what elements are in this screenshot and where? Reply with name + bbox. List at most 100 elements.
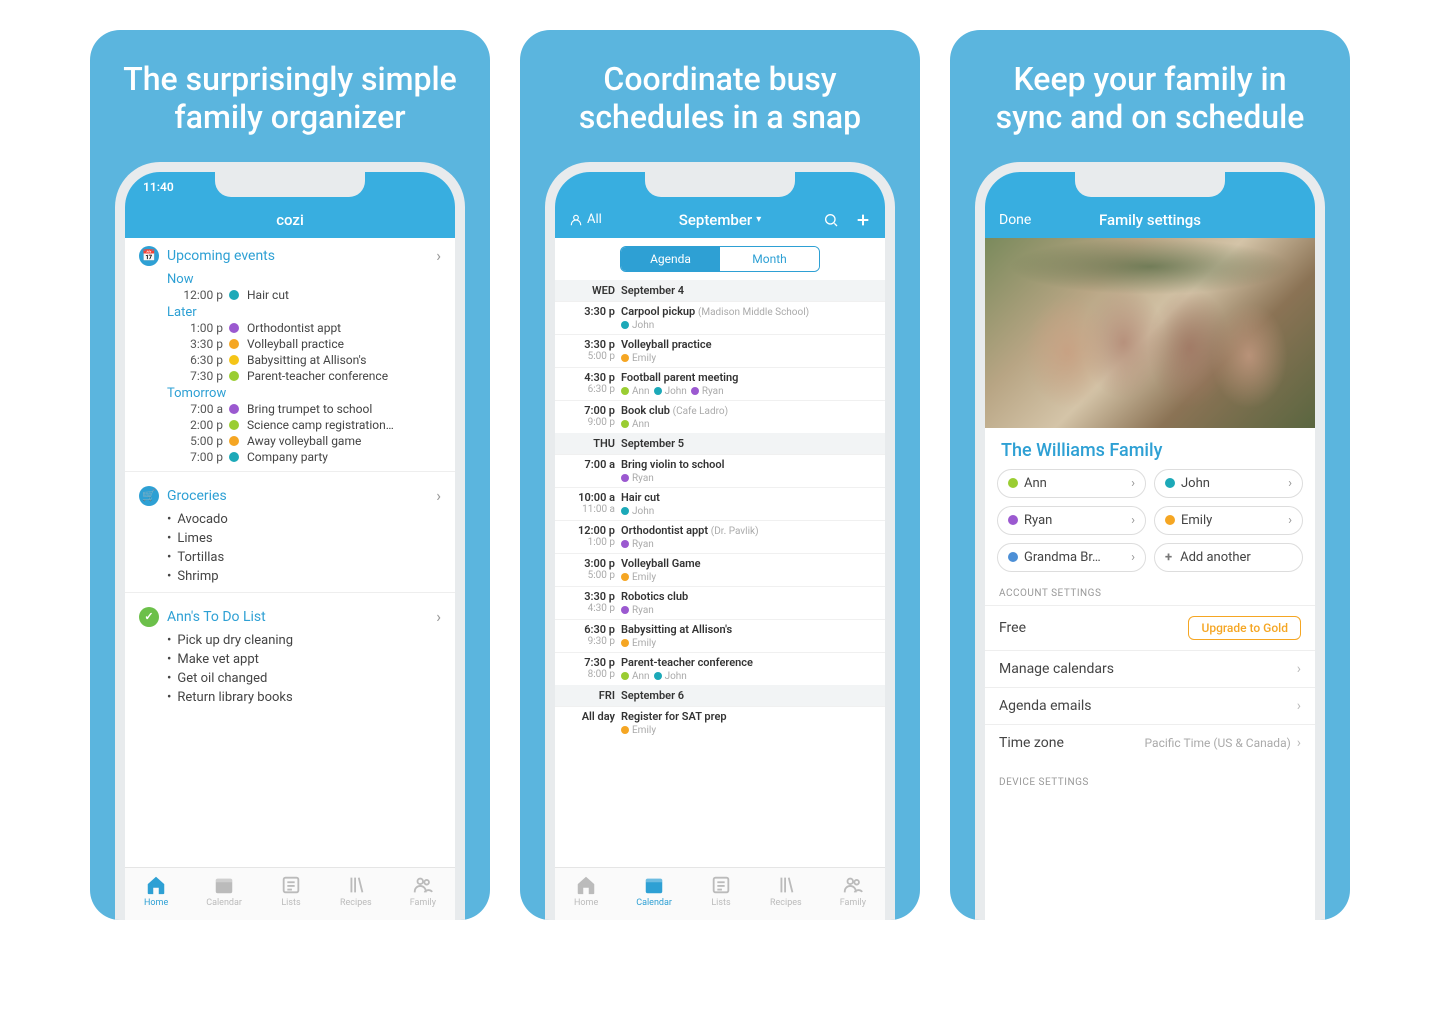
event-end: 9:00 p <box>565 417 615 428</box>
upcoming-header[interactable]: 📅 Upcoming events › <box>125 238 455 270</box>
tab-home[interactable]: Home <box>144 874 168 908</box>
event-row[interactable]: 7:00 p Company party <box>125 449 455 465</box>
tab-calendar[interactable]: Calendar <box>206 874 242 908</box>
plan-label: Free <box>999 620 1026 636</box>
calendar-event-row[interactable]: 3:30 p Carpool pickup (Madison Middle Sc… <box>555 301 885 334</box>
panel-title: Coordinate busy schedules in a snap <box>520 60 920 137</box>
member-color-dot <box>1008 552 1018 562</box>
person-name: John <box>665 671 687 682</box>
chevron-right-icon: › <box>1297 661 1301 677</box>
settings-row[interactable]: Manage calendars› <box>985 650 1315 687</box>
event-row[interactable]: 7:00 a Bring trumpet to school <box>125 401 455 417</box>
todo-item[interactable]: Return library books <box>125 688 455 707</box>
member-name: John <box>1181 476 1210 491</box>
tab-home[interactable]: Home <box>574 874 598 908</box>
settings-row[interactable]: Agenda emails› <box>985 687 1315 724</box>
event-row[interactable]: 6:30 p Babysitting at Allison's <box>125 352 455 368</box>
event-title: Volleyball practice <box>247 337 441 351</box>
person-name: John <box>665 386 687 397</box>
agenda-list[interactable]: WEDSeptember 43:30 p Carpool pickup (Mad… <box>555 280 885 867</box>
event-row[interactable]: 12:00 p Hair cut <box>125 287 455 303</box>
month-selector[interactable]: September ▾ <box>679 211 761 229</box>
event-row[interactable]: 2:00 p Science camp registration… <box>125 417 455 433</box>
todo-item[interactable]: Pick up dry cleaning <box>125 631 455 650</box>
seg-month[interactable]: Month <box>720 247 819 271</box>
member-color-dot <box>621 606 629 614</box>
event-row[interactable]: 5:00 p Away volleyball game <box>125 433 455 449</box>
family-member-chip[interactable]: John› <box>1154 469 1303 498</box>
grocery-item[interactable]: Limes <box>125 529 455 548</box>
filter-button[interactable]: All <box>569 212 602 227</box>
calendar-event-row[interactable]: 7:30 p8:00 p Parent-teacher conference A… <box>555 652 885 685</box>
groceries-header[interactable]: 🛒 Groceries › <box>125 478 455 510</box>
calendar-event-row[interactable]: All day Register for SAT prep Emily <box>555 706 885 739</box>
event-title: Hair cut <box>247 288 441 302</box>
add-member-button[interactable]: +Add another <box>1154 543 1303 572</box>
search-icon[interactable] <box>823 212 839 228</box>
event-title: Book club <box>621 404 670 417</box>
calendar-event-row[interactable]: 7:00 p9:00 p Book club (Cafe Ladro) Ann <box>555 400 885 433</box>
upgrade-button[interactable]: Upgrade to Gold <box>1188 616 1301 640</box>
promo-panel-2: Coordinate busy schedules in a snap All … <box>520 30 920 920</box>
calendar-event-row[interactable]: 6:30 p9:30 p Babysitting at Allison's Em… <box>555 619 885 652</box>
member-color-dot <box>621 321 629 329</box>
tab-bar: Home Calendar Lists Recipes Family <box>125 867 455 920</box>
family-member-chip[interactable]: Ryan› <box>997 506 1146 535</box>
calendar-event-row[interactable]: 10:00 a11:00 a Hair cut John <box>555 487 885 520</box>
tab-lists[interactable]: Lists <box>710 874 732 908</box>
groceries-label: Groceries <box>167 488 227 504</box>
calendar-event-row[interactable]: 7:00 a Bring violin to school Ryan <box>555 454 885 487</box>
calendar-event-row[interactable]: 12:00 p1:00 p Orthodontist appt (Dr. Pav… <box>555 520 885 553</box>
time-group-label: Tomorrow <box>125 384 455 401</box>
event-time: 2:00 p <box>167 418 223 432</box>
person-name: John <box>632 320 654 331</box>
tab-recipes[interactable]: Recipes <box>340 874 372 908</box>
view-segmented-control[interactable]: Agenda Month <box>620 246 820 272</box>
tab-family[interactable]: Family <box>840 874 866 908</box>
event-row[interactable]: 7:30 p Parent-teacher conference <box>125 368 455 384</box>
tab-recipes[interactable]: Recipes <box>770 874 802 908</box>
calendar-event-row[interactable]: 3:30 p4:30 p Robotics club Ryan <box>555 586 885 619</box>
grocery-item[interactable]: Tortillas <box>125 548 455 567</box>
plus-icon[interactable] <box>855 212 871 228</box>
tab-label: Lists <box>281 898 300 908</box>
event-time: 12:00 p <box>167 288 223 302</box>
phone-notch <box>1075 172 1225 197</box>
family-member-chip[interactable]: Grandma Br…› <box>997 543 1146 572</box>
calendar-event-row[interactable]: 3:30 p5:00 p Volleyball practice Emily <box>555 334 885 367</box>
member-color-dot <box>229 404 239 414</box>
done-button[interactable]: Done <box>999 212 1031 228</box>
tab-lists[interactable]: Lists <box>280 874 302 908</box>
member-color-dot <box>621 573 629 581</box>
event-end: 9:30 p <box>565 636 615 647</box>
tab-family[interactable]: Family <box>410 874 436 908</box>
event-title: Babysitting at Allison's <box>621 623 732 636</box>
person-name: Emily <box>632 353 656 364</box>
family-photo[interactable] <box>985 238 1315 428</box>
calendar-event-row[interactable]: 4:30 p6:30 p Football parent meeting Ann… <box>555 367 885 400</box>
family-member-chip[interactable]: Ann› <box>997 469 1146 498</box>
phone-mockup-family: Done Family settings The Williams Family… <box>975 162 1325 920</box>
todo-header[interactable]: ✓ Ann's To Do List › <box>125 599 455 631</box>
member-color-dot <box>229 290 239 300</box>
calendar-event-row[interactable]: 3:00 p5:00 p Volleyball Game Emily <box>555 553 885 586</box>
settings-row[interactable]: Time zonePacific Time (US & Canada)› <box>985 724 1315 761</box>
todo-item[interactable]: Get oil changed <box>125 669 455 688</box>
event-title: Bring violin to school <box>621 458 724 471</box>
tab-calendar[interactable]: Calendar <box>636 874 672 908</box>
grocery-item[interactable]: Avocado <box>125 510 455 529</box>
seg-agenda[interactable]: Agenda <box>621 247 720 271</box>
person-name: Ryan <box>632 605 654 616</box>
calendar-header: All September ▾ <box>555 202 885 238</box>
member-name: Grandma Br… <box>1024 550 1101 565</box>
family-member-chip[interactable]: Emily› <box>1154 506 1303 535</box>
event-people: John <box>621 320 875 331</box>
grocery-item[interactable]: Shrimp <box>125 567 455 586</box>
tab-label: Recipes <box>340 898 372 908</box>
member-color-dot <box>654 387 662 395</box>
event-title: Parent-teacher conference <box>621 656 753 669</box>
event-row[interactable]: 1:00 p Orthodontist appt <box>125 320 455 336</box>
event-row[interactable]: 3:30 p Volleyball practice <box>125 336 455 352</box>
todo-item[interactable]: Make vet appt <box>125 650 455 669</box>
event-time: 3:30 p <box>167 337 223 351</box>
